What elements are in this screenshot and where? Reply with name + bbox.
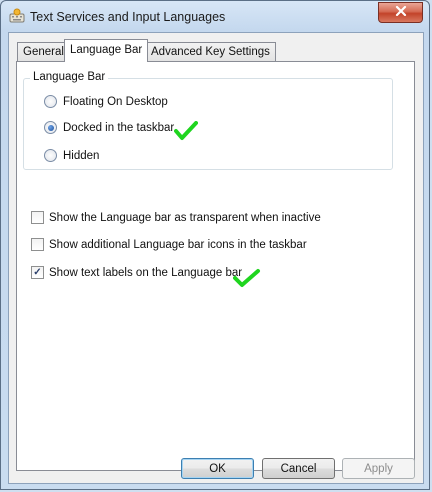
close-icon — [395, 5, 407, 19]
ok-button[interactable]: OK — [181, 458, 254, 479]
cancel-button[interactable]: Cancel — [262, 458, 335, 479]
radio-button[interactable] — [44, 95, 57, 108]
radio-button[interactable] — [44, 149, 57, 162]
checkbox-transparent-when-inactive[interactable]: Show the Language bar as transparent whe… — [31, 211, 321, 224]
radio-label: Floating On Desktop — [63, 95, 168, 108]
tab-advanced-key-settings[interactable]: Advanced Key Settings — [145, 42, 276, 61]
apply-button[interactable]: Apply — [342, 458, 415, 479]
title-bar[interactable]: Text Services and Input Languages — [1, 1, 429, 33]
radio-hidden[interactable]: Hidden — [44, 149, 99, 162]
group-title: Language Bar — [30, 71, 109, 83]
radio-floating-on-desktop[interactable]: Floating On Desktop — [44, 95, 168, 108]
checkbox-label: Show additional Language bar icons in th… — [49, 238, 307, 251]
green-checkmark-annotation-icon — [174, 121, 198, 144]
checkbox-text-labels[interactable]: ✓ Show text labels on the Language bar — [31, 266, 242, 279]
checkbox-label: Show the Language bar as transparent whe… — [49, 211, 321, 224]
keyboard-app-icon — [9, 8, 25, 24]
green-checkmark-annotation-icon — [233, 268, 261, 291]
checkbox-additional-icons[interactable]: Show additional Language bar icons in th… — [31, 238, 307, 251]
language-bar-groupbox: Language Bar Floating On Desktop Docked … — [23, 71, 393, 170]
checkbox-label: Show text labels on the Language bar — [49, 266, 243, 279]
radio-label: Hidden — [63, 149, 100, 162]
window-title: Text Services and Input Languages — [30, 10, 226, 24]
checkbox[interactable] — [31, 238, 44, 251]
radio-button-selected[interactable] — [44, 121, 57, 134]
dialog-window: Text Services and Input Languages Genera… — [0, 0, 430, 490]
tab-language-bar[interactable]: Language Bar — [64, 39, 149, 62]
close-button[interactable] — [378, 2, 423, 23]
tab-general[interactable]: General — [17, 42, 70, 61]
checkmark-icon: ✓ — [33, 266, 42, 278]
dialog-client-area: General Language Bar Advanced Key Settin… — [8, 32, 424, 484]
tab-panel-language-bar: Language Bar Floating On Desktop Docked … — [16, 61, 415, 471]
checkbox-checked[interactable]: ✓ — [31, 266, 44, 279]
radio-label: Docked in the taskbar — [63, 121, 175, 134]
radio-docked-in-taskbar[interactable]: Docked in the taskbar — [44, 121, 174, 134]
checkbox[interactable] — [31, 211, 44, 224]
